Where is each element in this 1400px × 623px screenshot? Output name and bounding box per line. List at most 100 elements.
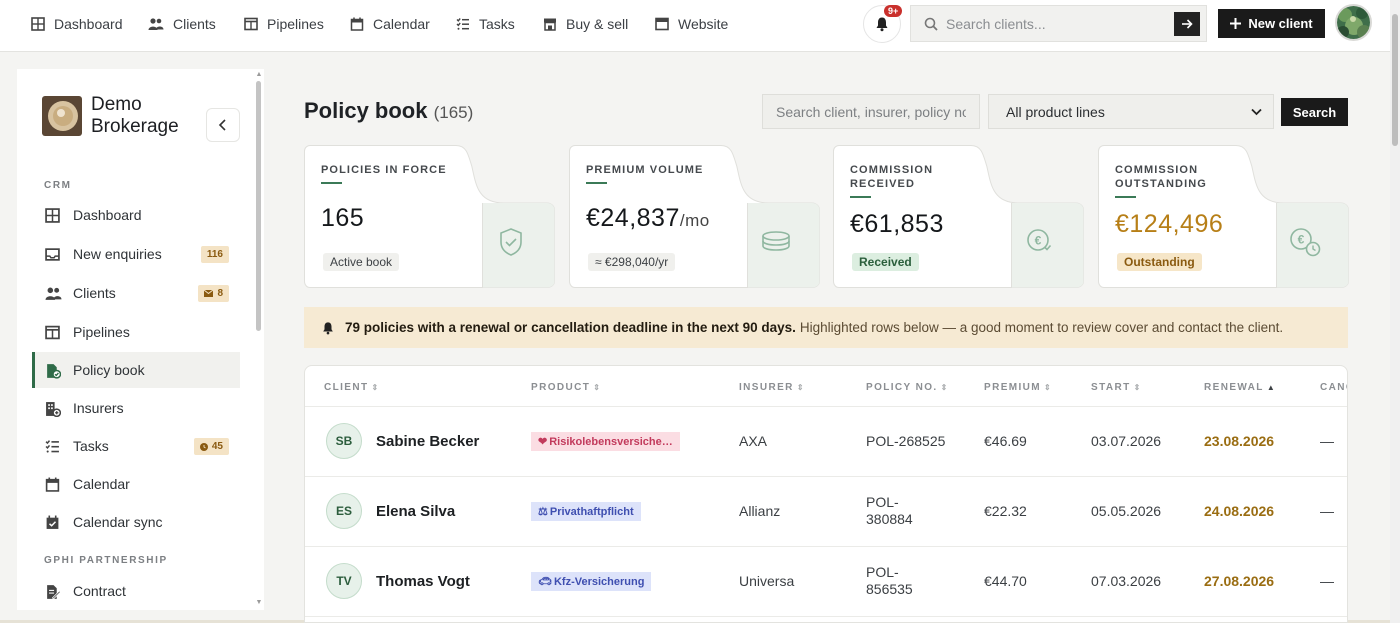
sidebar-scrollbar[interactable]: ▲ ▼ <box>255 69 263 610</box>
scroll-down-arrow-icon[interactable]: ▼ <box>255 599 263 606</box>
column-header-policy-no[interactable]: POLICY NO. ⇕ <box>866 382 949 393</box>
scroll-up-arrow-icon[interactable]: ▲ <box>255 71 263 78</box>
column-header-start[interactable]: START ⇕ <box>1091 382 1142 393</box>
stat-card-policies: POLICIES IN FORCE 165 Active book <box>304 145 555 288</box>
column-header-label: INSURER <box>739 382 794 393</box>
stat-pill: Outstanding <box>1117 253 1202 271</box>
nav-tasks[interactable]: Tasks <box>456 14 515 34</box>
sidebar-item-label: Clients <box>73 285 116 301</box>
insurer: AXA <box>739 433 768 449</box>
building-icon <box>46 402 61 417</box>
page-title-text: Policy book <box>304 98 428 123</box>
svg-text:€: € <box>1035 234 1042 248</box>
nav-clients[interactable]: Clients <box>148 14 216 34</box>
sidebar-item-label: Insurers <box>73 400 124 416</box>
client-search-input[interactable] <box>946 15 1166 32</box>
sidebar-scrollbar-thumb[interactable] <box>256 81 261 331</box>
renewal-date: 23.08.2026 <box>1204 433 1275 449</box>
policy-search-button[interactable]: Search <box>1281 98 1348 126</box>
stat-value: 165 <box>321 204 364 233</box>
nav-pipelines[interactable]: Pipelines <box>244 14 324 34</box>
policy-search-input[interactable] <box>762 94 980 129</box>
page-title: Policy book (165) <box>304 98 473 124</box>
top-navigation-bar: Dashboard Clients Pipelines Calendar Tas… <box>0 0 1390 52</box>
new-client-label: New client <box>1248 16 1313 31</box>
sort-icon: ⇕ <box>796 383 805 392</box>
nav-website[interactable]: Website <box>655 14 728 34</box>
stat-card-premium-volume: PREMIUM VOLUME €24,837/mo ≈ €298,040/yr <box>569 145 820 288</box>
store-icon <box>544 18 556 31</box>
new-client-button[interactable]: New client <box>1218 9 1325 38</box>
calendar-icon <box>45 477 60 492</box>
policy-table: CLIENT ⇕ PRODUCT ⇕ INSURER ⇕ POLICY NO. ⇕ PR… <box>304 365 1348 623</box>
sidebar-item-clients[interactable]: Clients 8 <box>32 275 240 311</box>
client-name[interactable]: Sabine Becker <box>376 433 479 450</box>
page-scrollbar-thumb[interactable] <box>1392 14 1398 146</box>
client-name[interactable]: Thomas Vogt <box>376 573 470 590</box>
stat-title: COMMISSION OUTSTANDING <box>1115 164 1207 190</box>
column-header-product[interactable]: PRODUCT ⇕ <box>531 382 601 393</box>
renewal-date: 24.08.2026 <box>1204 503 1275 519</box>
plus-icon <box>1230 18 1242 29</box>
nav-tasks-label: Tasks <box>479 16 515 32</box>
bell-icon <box>323 321 333 334</box>
sidebar-item-insurers[interactable]: Insurers <box>32 390 240 426</box>
stat-value: €124,496 <box>1115 210 1223 239</box>
chevron-left-icon <box>218 119 226 131</box>
new-enquiries-count-badge: 116 <box>200 246 229 263</box>
calendar-icon <box>350 17 364 31</box>
columns-icon <box>45 325 60 340</box>
column-header-cancellation[interactable]: CANC <box>1320 382 1347 393</box>
client-initials-avatar: ES <box>326 493 362 529</box>
columns-icon <box>244 17 258 31</box>
premium: €46.69 <box>984 433 1027 449</box>
sidebar-item-label: Policy book <box>73 362 145 378</box>
sidebar-item-new-enquiries[interactable]: New enquiries 116 <box>32 236 240 272</box>
notifications-button[interactable]: 9+ <box>863 5 903 43</box>
user-avatar[interactable] <box>1335 4 1372 41</box>
sidebar: Demo Brokerage CRM Dashboard New enquiri… <box>17 69 264 610</box>
sidebar-item-pipelines[interactable]: Pipelines <box>32 314 240 350</box>
premium: €44.70 <box>984 573 1027 589</box>
nav-dashboard[interactable]: Dashboard <box>31 14 123 34</box>
sidebar-item-policy-book[interactable]: Policy book <box>32 352 240 388</box>
table-row[interactable]: SB Sabine Becker ❤ Risikolebensversiche… … <box>305 407 1347 477</box>
table-row[interactable]: ES Elena Silva ⚖ Privathaftpflicht Allian… <box>305 477 1347 547</box>
start-date: 07.03.2026 <box>1091 573 1162 589</box>
sidebar-item-dashboard[interactable]: Dashboard <box>32 197 240 233</box>
renewal-deadline-banner: 79 policies with a renewal or cancellati… <box>304 307 1348 348</box>
sort-icon: ⇕ <box>1133 383 1142 392</box>
stat-title: POLICIES IN FORCE <box>321 164 447 176</box>
client-name[interactable]: Elena Silva <box>376 503 455 520</box>
count-value: 116 <box>206 249 223 260</box>
column-header-label: PRODUCT <box>531 382 591 393</box>
sidebar-item-calendar-sync[interactable]: Calendar sync <box>32 504 240 540</box>
column-header-client[interactable]: CLIENT ⇕ <box>324 382 380 393</box>
nav-calendar[interactable]: Calendar <box>350 14 430 34</box>
collapse-sidebar-button[interactable] <box>206 108 240 142</box>
page-scrollbar[interactable] <box>1390 0 1400 623</box>
table-row[interactable]: TV Thomas Vogt 🚗︎ Kfz-Versicherung Univer… <box>305 547 1347 617</box>
column-header-renewal[interactable]: RENEWAL ▲ <box>1204 382 1276 393</box>
column-header-insurer[interactable]: INSURER ⇕ <box>739 382 805 393</box>
sidebar-item-contract[interactable]: Contract <box>32 573 240 609</box>
brand-name: Demo Brokerage <box>91 94 179 137</box>
stat-title: PREMIUM VOLUME <box>586 164 704 176</box>
product-line-select[interactable]: All product lines <box>988 94 1274 129</box>
cancellation-date: — <box>1320 433 1334 449</box>
sidebar-item-calendar[interactable]: Calendar <box>32 466 240 502</box>
arrow-right-icon <box>1182 19 1193 29</box>
calendar-check-icon <box>46 515 59 529</box>
nav-buy-sell[interactable]: Buy & sell <box>543 14 628 34</box>
sidebar-item-tasks[interactable]: Tasks 45 <box>32 428 240 464</box>
product-label: Privathaftpflicht <box>549 505 634 518</box>
column-header-label: CLIENT <box>324 382 369 393</box>
grid-icon <box>31 17 45 31</box>
nav-website-label: Website <box>678 16 729 32</box>
column-header-premium[interactable]: PREMIUM ⇕ <box>984 382 1052 393</box>
nav-dashboard-label: Dashboard <box>54 16 123 32</box>
search-submit-button[interactable] <box>1174 12 1200 36</box>
sidebar-item-label: Calendar <box>73 476 130 492</box>
cancellation-date: — <box>1320 573 1334 589</box>
euro-clock-icon: € <box>1290 228 1321 257</box>
